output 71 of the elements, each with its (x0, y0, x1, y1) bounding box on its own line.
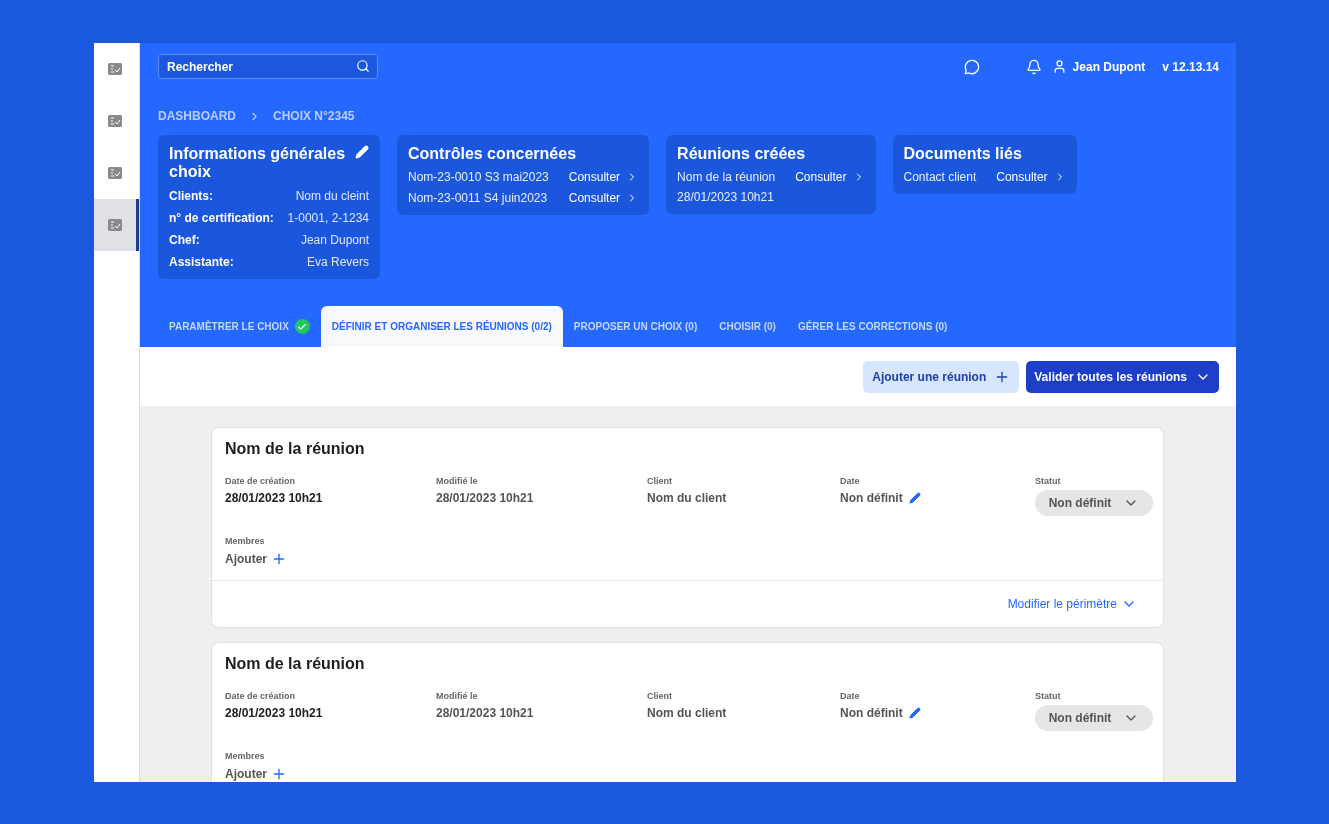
consult-link[interactable]: Consulter (795, 170, 865, 184)
row-text: Nom-23-0011 S4 juin2023 (408, 191, 548, 205)
tab[interactable]: CHOISIR (0) (708, 306, 787, 347)
field-value: Nom du client (647, 706, 727, 720)
user-icon (1051, 59, 1067, 74)
field-value: Eva Revers (306, 255, 369, 269)
field-value: Non définit (840, 706, 903, 720)
row-text: Nom de la réunion (677, 170, 776, 184)
sidebar-item[interactable] (94, 199, 139, 251)
search-icon (356, 59, 370, 73)
field-label: Membres (225, 751, 266, 761)
field-label: Statut (1035, 691, 1062, 701)
tab[interactable]: PROPOSER UN CHOIX (0) (562, 306, 709, 347)
add-member-button[interactable]: Ajouter (225, 766, 287, 782)
pencil-icon[interactable] (908, 707, 921, 719)
row-text: Contact client (903, 170, 977, 184)
scope-link[interactable]: Modifier le périmètre (1007, 596, 1137, 612)
field-value: 28/01/2023 10h21 (436, 706, 534, 720)
meeting-title: Nom de la réunion (225, 440, 366, 458)
pencil-icon[interactable] (908, 492, 921, 504)
chat-icon[interactable] (963, 58, 980, 75)
checklist-icon (108, 63, 122, 75)
checklist-icon (108, 219, 122, 231)
field-label: n° de certification: (169, 211, 274, 225)
field-value: Nom du client (647, 491, 727, 505)
status-select[interactable]: Non définit (1035, 490, 1153, 516)
field-label: Modifié le (436, 476, 479, 486)
user-name: Jean Dupont (1072, 59, 1146, 74)
card-title: Réunions créées (677, 145, 807, 163)
row-text: 28/01/2023 10h21 (677, 190, 775, 204)
consult-link[interactable]: Consulter (568, 191, 639, 205)
bell-icon[interactable] (1025, 58, 1042, 75)
tab[interactable]: GÉRER LES CORRECTIONS (0) (786, 306, 959, 347)
field-value: Non définit (840, 491, 903, 505)
checklist-icon (108, 167, 122, 179)
validate-button[interactable]: Valider toutes les réunions (1026, 360, 1219, 393)
field-value: 28/01/2023 10h21 (225, 706, 323, 720)
field-label: Date de création (225, 691, 297, 701)
status-select[interactable]: Non définit (1035, 705, 1153, 731)
card-title: Informations générales choix (169, 145, 347, 181)
version-label: v 12.13.14 (1162, 59, 1219, 74)
field-value: Nom du cleint (295, 189, 369, 203)
field-label: Statut (1035, 476, 1062, 486)
field-label: Chef: (169, 233, 200, 247)
field-value: 1-0001, 2-1234 (287, 211, 369, 225)
field-value: 28/01/2023 10h21 (225, 491, 323, 505)
tab[interactable]: DÉFINIR ET ORGANISER LES RÉUNIONS (0/2) (320, 306, 563, 347)
add-meeting-button[interactable]: Ajouter une réunion (863, 360, 1020, 393)
field-label: Client (647, 476, 673, 486)
field-label: Modifié le (436, 691, 479, 701)
field-label: Date de création (225, 476, 297, 486)
field-value: Jean Dupont (300, 233, 369, 247)
field-label: Membres (225, 536, 266, 546)
consult-link[interactable]: Consulter (568, 170, 639, 184)
plus-icon (271, 766, 287, 782)
card-title: Contrôles concernées (408, 145, 578, 163)
tab[interactable]: PARAMÈTRER LE CHOIX (158, 306, 321, 347)
card-title: Documents liés (903, 145, 1023, 163)
meeting-title: Nom de la réunion (225, 655, 366, 673)
field-label: Assistante: (169, 255, 234, 269)
field-value: 28/01/2023 10h21 (436, 491, 534, 505)
search-field[interactable]: Rechercher (158, 54, 378, 79)
add-member-button[interactable]: Ajouter (225, 551, 287, 567)
field-label: Client (647, 691, 673, 701)
field-label: Date (840, 691, 861, 701)
checklist-icon (108, 115, 122, 127)
field-label: Clients: (169, 189, 213, 203)
plus-icon (271, 551, 287, 567)
row-text: Nom-23-0010 S3 mai2023 (408, 170, 549, 184)
field-label: Date (840, 476, 861, 486)
consult-link[interactable]: Consulter (996, 170, 1066, 184)
